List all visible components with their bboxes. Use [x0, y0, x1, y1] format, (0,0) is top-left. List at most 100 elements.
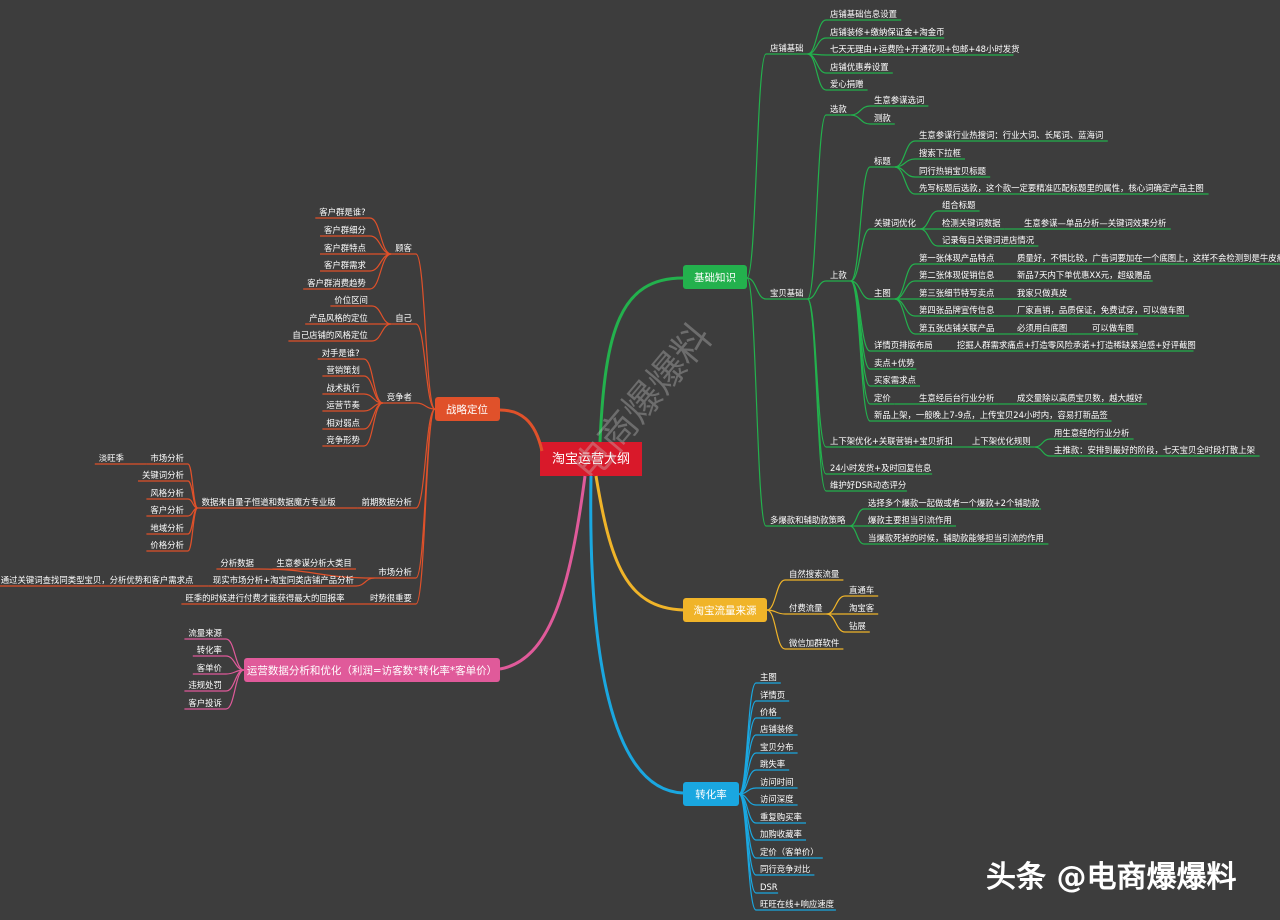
conversion-item: 访问深度	[760, 794, 794, 804]
conversion-item: 宝贝分布	[760, 742, 794, 752]
early-analysis-item: 客户分析	[150, 505, 184, 515]
customer-item: 客户群特点	[324, 243, 366, 253]
self-item: 价位区间	[334, 295, 368, 305]
store-basics-node: 店铺基础	[770, 43, 804, 53]
season-node: 淡旺季	[99, 453, 125, 463]
timing-node: 时势很重要	[370, 593, 412, 603]
mind-map-canvas: 淘宝运营大纲 基础知识 淘宝流量来源 转化率 战略定位 运营数据分析和优化（利润…	[0, 9, 1280, 911]
pricing-detail: 成交量除以高质宝贝数，越大越好	[1017, 393, 1143, 403]
shipping-node: 24小时发货+及时回复信息	[830, 463, 931, 473]
market-node: 市场分析	[378, 567, 412, 577]
paid-traffic-node: 付费流量	[789, 603, 823, 613]
competitor-item: 营销策划	[326, 365, 360, 375]
branch-strategy-label: 战略定位	[446, 403, 488, 416]
paid-traffic-item: 淘宝客	[849, 603, 875, 613]
ops-item: 转化率	[197, 645, 222, 655]
main-image-detail: 质量好，不惧比较，广告词要加在一个底图上，这样不会检测到是牛皮癣	[1017, 253, 1280, 263]
competitor-item: 运营节奏	[326, 400, 360, 410]
main-image-row: 第二张体现促销信息	[919, 270, 994, 280]
store-basics-item: 店铺装修+缴纳保证金+淘金币	[830, 27, 945, 37]
wechat-node: 微信加群软件	[789, 638, 839, 648]
main-image-detail: 必须用白底图	[1017, 323, 1067, 333]
store-basics-item: 爱心捐赠	[830, 79, 864, 89]
reality-market-node: 现实市场分析+淘宝同类店铺产品分析	[213, 575, 354, 585]
selection-node: 选款	[830, 104, 847, 114]
customer-node: 顾客	[395, 243, 412, 253]
customer-item: 客户群是谁?	[319, 207, 365, 217]
main-image-row: 第四张品牌宣传信息	[919, 305, 994, 315]
title-node: 标题	[874, 156, 891, 166]
hot-strategy-item: 选择多个爆款一起做或者一个爆款+2个辅助款	[868, 498, 1040, 508]
conversion-item: 店铺装修	[760, 724, 794, 734]
ops-item: 客单价	[197, 663, 223, 673]
early-analysis-node: 前期数据分析	[362, 497, 412, 507]
conversion-item: 详情页	[760, 690, 785, 700]
paid-traffic-item: 钻展	[849, 621, 866, 631]
conversion-item: 加购收藏率	[760, 829, 802, 839]
detail-layout-child: 挖掘人群需求痛点+打造零风险承诺+打造稀缺紧迫感+好评截图	[957, 340, 1196, 350]
customer-item: 客户群细分	[324, 225, 366, 235]
store-basics-item: 七天无理由+运费险+开通花呗+包邮+48小时发货	[830, 44, 1019, 54]
main-image-detail: 厂家直销，品质保证，免费试穿，可以做车图	[1017, 305, 1185, 315]
selling-point-node: 卖点+优势	[874, 358, 915, 368]
conversion-item: 定价（客单价）	[760, 847, 819, 857]
main-image-row: 第一张体现产品特点	[919, 253, 994, 263]
conversion-item: 访问时间	[760, 777, 794, 787]
competitor-item: 相对弱点	[326, 418, 360, 428]
conversion-item: 旺旺在线+响应速度	[760, 899, 835, 909]
self-node: 自己	[395, 313, 412, 323]
conversion-item: 同行竞争对比	[760, 864, 810, 874]
hot-strategy-item: 爆款主要担当引流作用	[868, 515, 952, 525]
store-basics-item: 店铺基础信息设置	[830, 9, 897, 19]
early-analysis-item: 风格分析	[150, 488, 184, 498]
shelf-node: 上下架优化+关联营销+宝贝折扣	[830, 436, 953, 446]
natural-traffic-node: 自然搜索流量	[789, 569, 839, 579]
competitor-item: 战术执行	[326, 383, 360, 393]
competitor-node: 竞争者	[387, 392, 412, 402]
title-item: 先写标题后选款，这个款一定要精准匹配标题里的属性，核心词确定产品主图	[919, 183, 1204, 193]
keyword-item: 检测关键词数据	[942, 218, 1001, 228]
hot-strategy-item: 当爆款死掉的时候，辅助款能够担当引流的作用	[868, 533, 1044, 543]
branch-conversion-label: 转化率	[695, 788, 727, 801]
analysis-data-child: 生意参谋分析大类目	[276, 558, 351, 568]
shelf-rule-item: 主推款：安排到最好的阶段，七天宝贝全时段打散上架	[1054, 445, 1256, 455]
selection-item: 测款	[874, 113, 891, 123]
title-item: 同行热销宝贝标题	[919, 166, 987, 176]
new-listing-node: 新品上架，一般晚上7-9点，上传宝贝24小时内，容易打新品签	[874, 410, 1108, 420]
conversion-item: 价格	[760, 707, 777, 717]
conversion-item: 重复购买率	[760, 812, 802, 822]
conversion-item: DSR	[760, 882, 778, 892]
product-basics-node: 宝贝基础	[770, 288, 804, 298]
hot-strategy-node: 多爆款和辅助款策略	[770, 515, 846, 525]
shelf-rule-node: 上下架优化规则	[972, 436, 1031, 446]
store-basics-item: 店铺优惠券设置	[830, 62, 889, 72]
brand-signature: 头条 @电商爆爆料	[986, 860, 1237, 895]
keyword-item: 记录每日关键词进店情况	[942, 235, 1035, 245]
data-source-node: 数据来自量子恒道和数据魔方专业版	[202, 497, 337, 507]
main-image-detail: 新品7天内下单优惠XX元，超级赠品	[1017, 270, 1151, 280]
keyword-node: 关键词优化	[874, 218, 916, 228]
main-image-row: 第三张细节特写卖点	[919, 288, 994, 298]
title-item: 搜索下拉框	[919, 148, 961, 158]
analysis-data-node: 分析数据	[220, 558, 254, 568]
selection-item: 生意参谋选词	[874, 95, 924, 105]
self-item: 产品风格的定位	[309, 313, 368, 323]
conversion-item: 跳失率	[760, 759, 785, 769]
keyword-detect-child: 生意参谋—单品分析—关键词效果分析	[1024, 218, 1166, 228]
detail-layout-node: 详情页排版布局	[874, 340, 933, 350]
title-item: 生意参谋行业热搜词：行业大词、长尾词、蓝海词	[919, 130, 1103, 140]
branch-ops-label: 运营数据分析和优化（利润=访客数*转化率*客单价）	[247, 664, 497, 677]
early-analysis-item: 市场分析	[150, 453, 184, 463]
early-analysis-item: 关键词分析	[142, 470, 184, 480]
early-analysis-item: 价格分析	[150, 540, 184, 550]
conversion-item: 主图	[760, 672, 777, 682]
pricing-child: 生意经后台行业分析	[919, 393, 994, 403]
self-item: 自己店铺的风格定位	[292, 330, 367, 340]
competitor-item: 对手是谁?	[322, 348, 360, 358]
ops-item: 客户投诉	[188, 698, 222, 708]
keyword-item: 组合标题	[942, 200, 976, 210]
ops-item: 流量来源	[188, 628, 222, 638]
customer-item: 客户群消费趋势	[307, 278, 366, 288]
pricing-node: 定价	[874, 393, 891, 403]
early-analysis-item: 地域分析	[150, 523, 184, 533]
